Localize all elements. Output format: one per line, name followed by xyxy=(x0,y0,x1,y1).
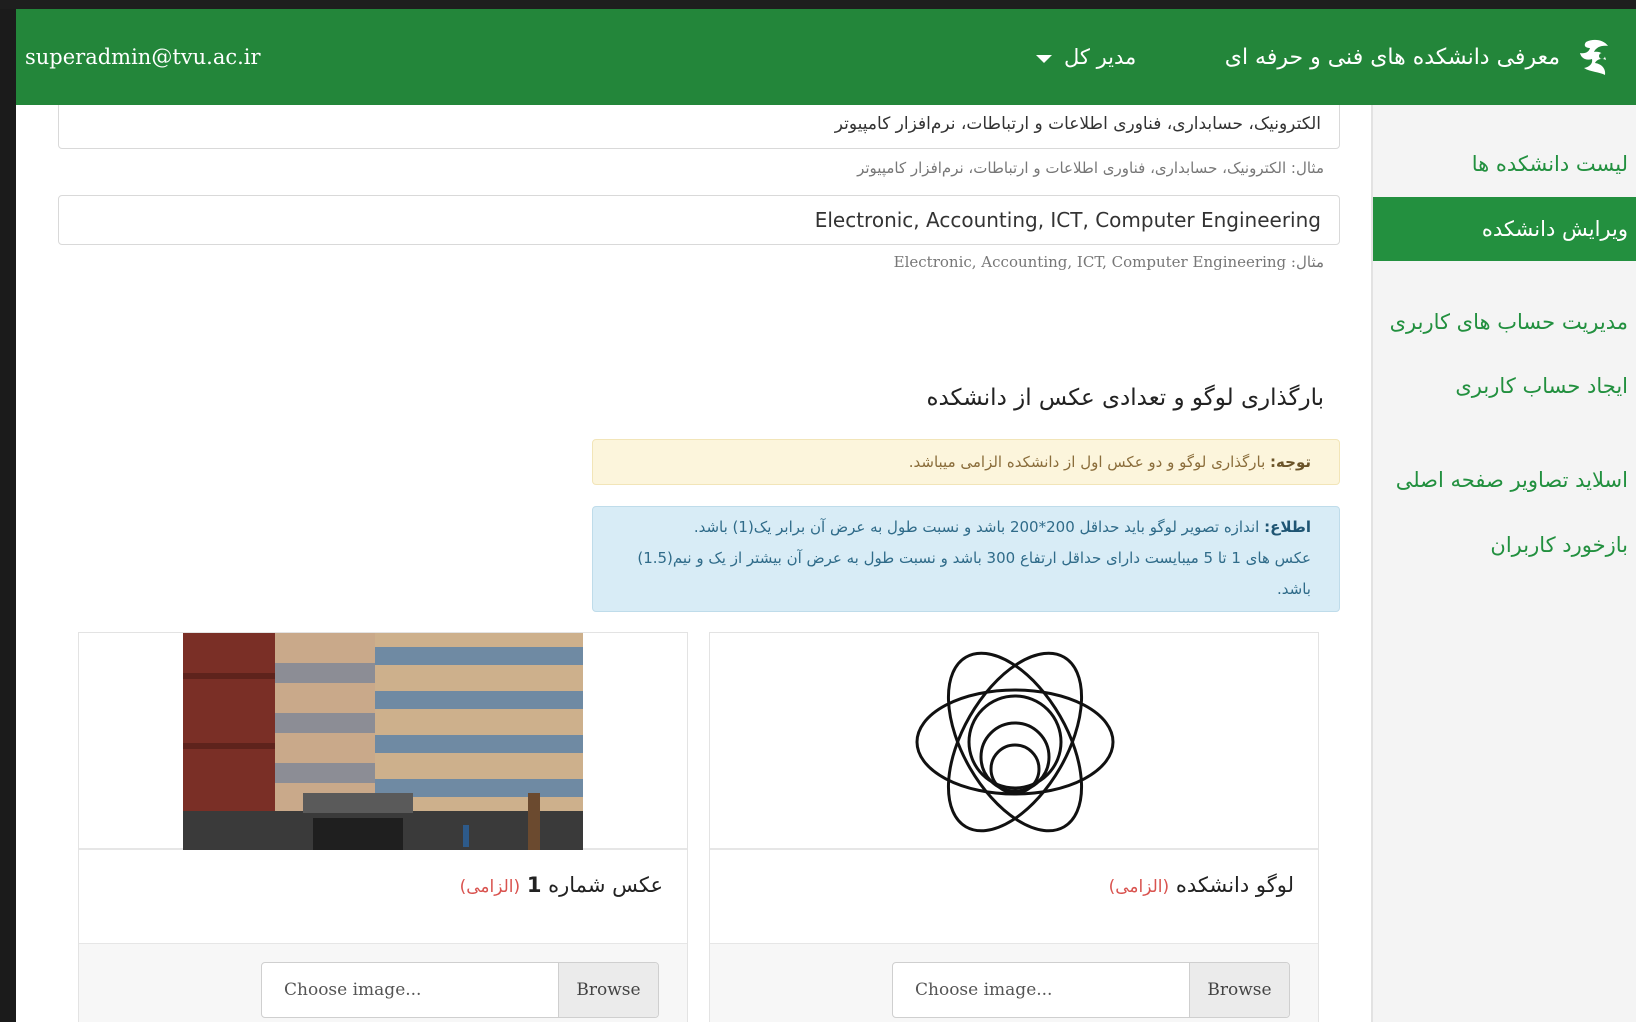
photo1-title-text: عکس شماره xyxy=(548,873,663,897)
warning-label: توجه: xyxy=(1270,452,1311,471)
fields-fa-input[interactable]: الکترونیک، حسابداری، فناوری اطلاعات و ار… xyxy=(58,105,1340,149)
photo1-file-placeholder[interactable]: Choose image... xyxy=(262,963,558,1017)
photo1-card: عکس شماره 1 (الزامی) Choose image... Bro… xyxy=(78,632,688,1022)
window-top-strip xyxy=(0,0,1636,9)
sidebar-item-college-list[interactable]: لیست دانشکده ها xyxy=(1373,132,1636,196)
brand[interactable]: معرفی دانشکده های فنی و حرفه ای xyxy=(1225,9,1618,105)
sidebar-item-manage-accounts[interactable]: مدیریت حساب های کاربری xyxy=(1373,290,1636,354)
photo1-title-number: 1 xyxy=(526,873,542,897)
photo1-card-footer: Choose image... Browse xyxy=(79,943,687,1022)
sidebar-item-user-feedback[interactable]: بازخورد کاربران xyxy=(1373,513,1636,577)
info-line-1: اندازه تصویر لوگو باید حداقل 200*200 باش… xyxy=(693,518,1260,536)
logo-browse-button[interactable]: Browse xyxy=(1189,963,1289,1017)
sidebar-item-create-account[interactable]: ایجاد حساب کاربری xyxy=(1373,354,1636,418)
college-logo-image xyxy=(915,651,1115,833)
fields-fa-help: مثال: الکترونیک، حسابداری، فناوری اطلاعا… xyxy=(857,159,1324,177)
campus-building-photo xyxy=(183,633,583,850)
logo-card: لوگو دانشکده (الزامی) Choose image... Br… xyxy=(709,632,1319,1022)
photo1-file-input[interactable]: Choose image... Browse xyxy=(261,962,659,1018)
logo-required-label: (الزامی) xyxy=(1108,877,1170,897)
sidebar-item-home-slides[interactable]: اسلاید تصاویر صفحه اصلی xyxy=(1373,448,1636,512)
info-line-2: عکس های 1 تا 5 میبایست دارای حداقل ارتفا… xyxy=(637,549,1311,598)
photo1-required-label: (الزامی) xyxy=(459,877,521,897)
info-label: اطلاع: xyxy=(1264,518,1311,536)
logo-file-input[interactable]: Choose image... Browse xyxy=(892,962,1290,1018)
sidebar-item-edit-college[interactable]: ویرایش دانشکده xyxy=(1373,197,1636,261)
warning-text: بارگذاری لوگو و دو عکس اول از دانشکده ال… xyxy=(908,452,1266,471)
logo-card-footer: Choose image... Browse xyxy=(710,943,1318,1022)
university-logo-icon xyxy=(1580,39,1608,75)
sidebar: لیست دانشکده ها ویرایش دانشکده مدیریت حس… xyxy=(1371,105,1636,1022)
main-content: الکترونیک، حسابداری، فناوری اطلاعات و ار… xyxy=(16,105,1371,1022)
fields-en-input[interactable]: Electronic, Accounting, ICT, Computer En… xyxy=(58,195,1340,245)
photo1-title: عکس شماره 1 (الزامی) xyxy=(460,873,663,897)
role-dropdown[interactable]: مدیر کل xyxy=(1036,9,1136,105)
brand-title: معرفی دانشکده های فنی و حرفه ای xyxy=(1224,44,1560,70)
upload-section-title: بارگذاری لوگو و تعدادی عکس از دانشکده xyxy=(926,385,1324,411)
top-navbar: معرفی دانشکده های فنی و حرفه ای مدیر کل … xyxy=(16,9,1636,105)
role-label: مدیر کل xyxy=(1064,45,1137,69)
window-left-strip xyxy=(0,9,16,1022)
warning-alert: توجه: بارگذاری لوگو و دو عکس اول از دانش… xyxy=(592,439,1340,485)
info-alert: اطلاع: اندازه تصویر لوگو باید حداقل 200*… xyxy=(592,506,1340,612)
user-email[interactable]: superadmin@tvu.ac.ir xyxy=(25,9,261,105)
logo-file-placeholder[interactable]: Choose image... xyxy=(893,963,1189,1017)
photo1-browse-button[interactable]: Browse xyxy=(558,963,658,1017)
fields-en-help: Electronic, Accounting, ICT, Computer En… xyxy=(893,253,1324,271)
logo-preview xyxy=(710,633,1318,850)
logo-title-text: لوگو دانشکده xyxy=(1175,873,1294,897)
caret-down-icon xyxy=(1036,54,1052,63)
logo-title: لوگو دانشکده (الزامی) xyxy=(1109,873,1294,897)
photo1-preview xyxy=(79,633,687,850)
